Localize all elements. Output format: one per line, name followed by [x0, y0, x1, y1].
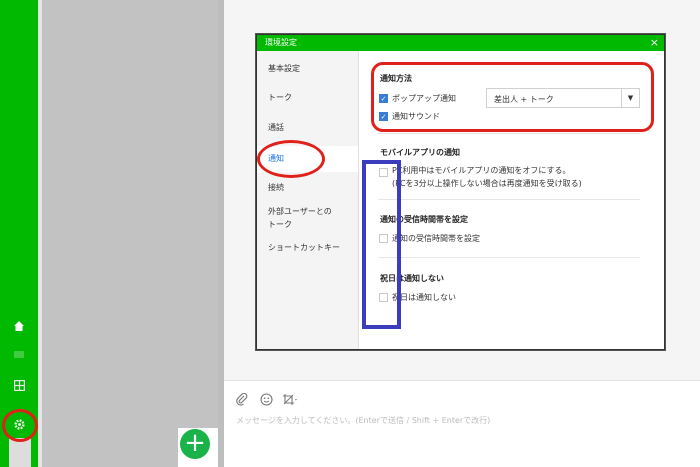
mobile-off-label: PC利用中はモバイルアプリの通知をオフにする。: [392, 166, 571, 175]
annotation-blue-box-checkboxes: [362, 160, 401, 329]
mobile-off-note: (PCを3分以上操作しない場合は再度通知を受け取る): [392, 179, 582, 188]
annotation-red-circle-notification-nav: [257, 140, 325, 178]
section-divider: [378, 257, 640, 258]
nav-item-talk[interactable]: トーク: [257, 92, 358, 104]
message-composer: メッセージを入力してください。(Enterで送信 / Shift + Enter…: [224, 380, 700, 467]
nav-item-basic[interactable]: 基本設定: [257, 63, 358, 75]
mobile-title: モバイルアプリの通知: [380, 148, 460, 157]
rail-bottom-tab: [9, 438, 31, 467]
message-input[interactable]: メッセージを入力してください。(Enterで送信 / Shift + Enter…: [236, 415, 490, 426]
nav-item-connection[interactable]: 接続: [257, 182, 358, 194]
chat-list-panel: [42, 0, 218, 467]
annotation-red-box-notify-method: [371, 62, 654, 132]
add-button[interactable]: +: [180, 429, 210, 459]
screenshot-icon[interactable]: [282, 393, 298, 410]
app-sidebar: [0, 0, 38, 467]
annotation-red-circle-gear: [2, 409, 38, 442]
emoji-icon[interactable]: [260, 393, 273, 410]
section-divider: [378, 199, 640, 200]
nav-item-external-talk-line2[interactable]: トーク: [257, 219, 358, 231]
receive-time-label: 通知の受信時間帯を設定: [392, 234, 480, 243]
nav-item-shortcut[interactable]: ショートカットキー: [257, 242, 358, 254]
nav-item-external-talk[interactable]: 外部ユーザーとの: [257, 206, 358, 218]
home-icon[interactable]: [9, 316, 29, 336]
attach-icon[interactable]: [236, 392, 248, 410]
dialog-title: 環境設定: [265, 38, 297, 47]
holiday-label: 祝日は通知しない: [392, 293, 456, 302]
settings-nav: 基本設定 トーク 通話 通知 接続 外部ユーザーとの トーク ショートカットキー: [257, 51, 359, 349]
section-divider: [378, 133, 640, 134]
close-icon[interactable]: ×: [650, 35, 659, 51]
nav-item-call[interactable]: 通話: [257, 122, 358, 134]
chat-icon[interactable]: [9, 345, 29, 365]
apps-grid-icon[interactable]: [9, 375, 29, 395]
dialog-titlebar[interactable]: 環境設定 ×: [257, 35, 664, 51]
